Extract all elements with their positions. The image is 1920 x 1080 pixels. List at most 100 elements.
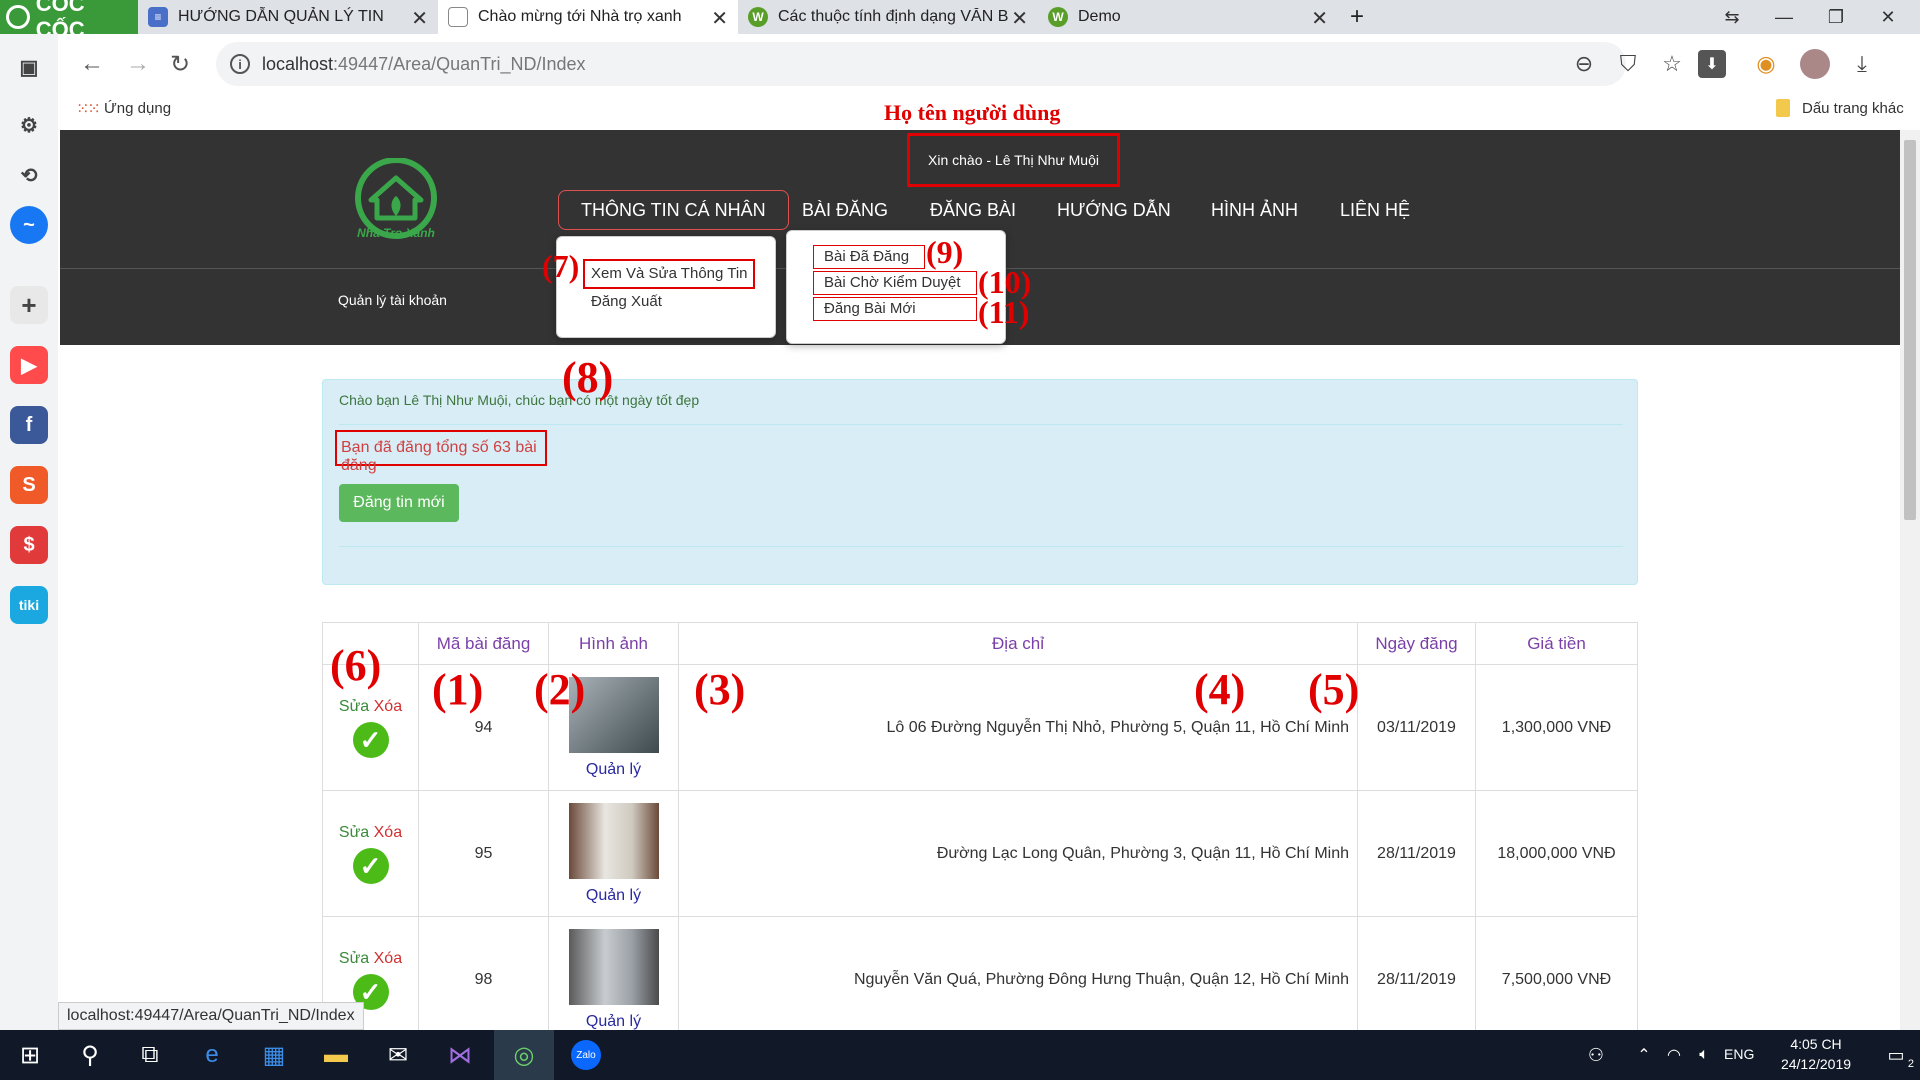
history-icon[interactable]: ⟲ [10,156,48,194]
cell-address: Đường Lạc Long Quân, Phường 3, Quận 11, … [678,790,1358,917]
check-icon: ✓ [352,721,389,758]
scrollbar-thumb[interactable] [1904,140,1916,520]
coccoc-logo[interactable]: CỐC CỐC [0,0,138,42]
menu-item-pending-posts[interactable]: Bài Chờ Kiểm Duyệt [813,271,977,295]
page-scrollbar[interactable] [1900,130,1920,1030]
back-icon[interactable]: ← [80,50,104,78]
tab-thuoc-tinh[interactable]: W Các thuộc tính định dạng VĂN BẢN ✕ [738,0,1038,34]
url-bar[interactable]: i localhost:49447/Area/QuanTri_ND/Index [216,42,1626,86]
menu-bai-dang[interactable]: BÀI ĐĂNG [802,190,888,230]
post-thumbnail[interactable] [568,928,659,1005]
menu-item-published-posts[interactable]: Bài Đã Đăng [813,245,925,269]
menu-item-new-post[interactable]: Đăng Bài Mới [813,297,977,321]
coccoc-taskbar-icon[interactable]: ◎ [494,1030,554,1080]
url-text: localhost:49447/Area/QuanTri_ND/Index [262,54,586,75]
visual-studio-icon[interactable]: ⋈ [430,1030,490,1080]
notification-icon[interactable]: ▭ 2 [1866,1030,1920,1080]
add-app-icon[interactable]: + [10,286,48,324]
avatar[interactable] [1800,49,1830,79]
close-window-button[interactable]: ✕ [1862,0,1914,34]
header-image: Hình ảnh [548,622,679,665]
annotation-6: (6) [330,641,382,690]
edge-icon[interactable]: e [182,1030,242,1080]
menu-item-label: Đăng Bài Mới [824,300,916,317]
tiki-icon[interactable]: tiki [10,586,48,624]
language-indicator[interactable]: ENG [1724,1046,1754,1062]
notification-count: 2 [1907,1058,1914,1070]
zalo-icon[interactable]: Zalo [556,1030,616,1080]
menu-thong-tin-ca-nhan[interactable]: THÔNG TIN CÁ NHÂN [558,190,789,230]
edit-link[interactable]: Sửa [339,950,369,967]
cell-image: Quản lý [548,790,679,917]
zoom-out-icon[interactable]: ⊖ [1566,46,1602,82]
youtube-icon[interactable]: ▶ [10,346,48,384]
info-icon[interactable]: i [230,54,250,74]
close-icon[interactable]: ✕ [711,6,728,31]
windows-start-icon[interactable]: ⊞ [0,1030,60,1080]
edit-link[interactable]: Sửa [339,698,369,715]
mail-icon[interactable]: ✉ [368,1030,428,1080]
cell-address: Nguyễn Văn Quá, Phường Đông Hưng Thuận, … [678,916,1358,1030]
tab-demo[interactable]: W Demo ✕ [1038,0,1338,34]
tab-nha-tro-xanh[interactable]: Chào mừng tới Nhà trọ xanh ✕ [438,0,738,34]
menu-hinh-anh[interactable]: HÌNH ẢNH [1211,190,1298,230]
welcome-text: Chào bạn Lê Thị Như Muội, chúc bạn có mộ… [339,392,700,408]
tab-huong-dan[interactable]: ≡ HƯỚNG DẪN QUẢN LÝ TIN ✕ [138,0,438,34]
post-thumbnail[interactable] [568,802,659,879]
delete-link[interactable]: Xóa [374,824,402,841]
annotation-5: (5) [1308,665,1360,714]
annotation-1: (1) [432,665,484,714]
bookmark-apps[interactable]: Ứng dụng [104,100,171,117]
website: Nha Tro Xanh Xin chào - Lê Thị Như Muội … [60,130,1900,1030]
close-icon[interactable]: ✕ [411,6,428,31]
forward-icon[interactable]: → [126,50,150,78]
tab-title: Chào mừng tới Nhà trọ xanh [478,8,682,25]
gear-icon[interactable]: ⚙ [10,106,48,144]
messenger-icon[interactable]: ~ [10,206,48,244]
new-tab-button[interactable]: + [1340,0,1380,34]
shopee-icon[interactable]: S [10,466,48,504]
delete-link[interactable]: Xóa [374,698,402,715]
edit-link[interactable]: Sửa [339,824,369,841]
bookmark-other[interactable]: Dấu trang khác [1802,100,1904,117]
star-icon[interactable]: ☆ [1654,46,1690,82]
new-post-button[interactable]: Đăng tin mới [339,484,459,522]
cell-post-id: 98 [418,916,549,1030]
clock-time[interactable]: 4:05 CH [1774,1036,1858,1052]
file-explorer-icon[interactable]: ▬ [306,1030,366,1080]
annotation-4: (4) [1194,665,1246,714]
cell-price: 1,300,000 VNĐ [1475,664,1638,791]
menu-item-logout[interactable]: Đăng Xuất [591,293,662,310]
menu-item-view-edit-info[interactable]: Xem Và Sửa Thông Tin [583,259,755,289]
panel-divider [339,424,1623,425]
store-icon[interactable]: ▦ [244,1030,304,1080]
account-management-label[interactable]: Quản lý tài khoản [338,292,447,308]
clock-date[interactable]: 24/12/2019 [1774,1056,1858,1072]
close-icon[interactable]: ✕ [1011,6,1028,31]
tab-search-icon[interactable]: ⇆ [1706,0,1758,34]
lazada-icon[interactable]: $ [10,526,48,564]
manage-link[interactable]: Quản lý [586,887,641,904]
facebook-icon[interactable]: f [10,406,48,444]
greeting-box: Xin chào - Lê Thị Như Muội [907,133,1120,187]
task-view-icon[interactable]: ⧉ [120,1030,180,1080]
menu-lien-he[interactable]: LIÊN HỆ [1340,190,1410,230]
annotation-username-title: Họ tên người dùng [884,100,1061,125]
manage-link[interactable]: Quản lý [586,1013,641,1030]
download-icon[interactable]: ⤓ [1844,46,1880,82]
download-box-icon[interactable]: ⬇ [1698,50,1726,78]
search-icon[interactable]: ⚲ [60,1030,120,1080]
close-icon[interactable]: ✕ [1311,6,1328,31]
manage-link[interactable]: Quản lý [586,761,641,778]
restore-button[interactable]: ❐ [1810,0,1862,34]
shield-icon[interactable]: ⛉ [1610,46,1646,82]
menu-dang-bai[interactable]: ĐĂNG BÀI [930,190,1016,230]
minimize-button[interactable]: — [1758,0,1810,34]
tab-title: HƯỚNG DẪN QUẢN LÝ TIN [178,8,384,25]
annotation-2: (2) [534,665,586,714]
menu-huong-dan[interactable]: HƯỚNG DẪN [1057,190,1171,230]
extension-icon[interactable]: ◉ [1748,46,1784,82]
sidebar-toggle-icon[interactable]: ▣ [10,48,48,86]
delete-link[interactable]: Xóa [374,950,402,967]
reload-icon[interactable]: ↻ [170,50,190,79]
